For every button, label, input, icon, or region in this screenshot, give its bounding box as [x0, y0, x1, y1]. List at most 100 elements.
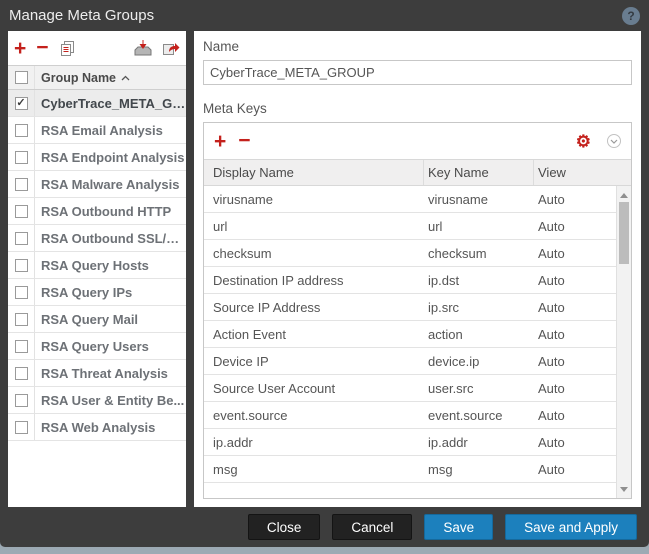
- display-name-cell: virusname: [204, 192, 424, 207]
- group-checkbox[interactable]: [8, 252, 35, 278]
- group-checkbox[interactable]: [8, 171, 35, 197]
- footer-button[interactable]: Save: [424, 514, 493, 540]
- group-checkbox[interactable]: [8, 144, 35, 170]
- footer-button-bar: Close Cancel Save Save and Apply: [0, 507, 649, 547]
- dialog-title: Manage Meta Groups: [9, 7, 154, 24]
- group-name-label: RSA Endpoint Analysis: [35, 150, 185, 165]
- checkbox-icon: [15, 124, 28, 137]
- remove-meta-key-icon[interactable]: −: [238, 130, 250, 151]
- group-name-label: RSA Web Analysis: [35, 420, 155, 435]
- display-name-cell: event.source: [204, 408, 424, 423]
- settings-chevron-down-icon[interactable]: [607, 134, 621, 148]
- group-row[interactable]: RSA Malware Analysis: [8, 171, 186, 198]
- group-name-label: RSA Query Mail: [35, 312, 138, 327]
- display-name-column-header[interactable]: Display Name: [204, 160, 424, 185]
- settings-gear-icon[interactable]: ⚙: [576, 133, 591, 150]
- meta-table-body: virusname virusname Auto url url Auto: [204, 186, 631, 498]
- group-row[interactable]: RSA Email Analysis: [8, 117, 186, 144]
- scroll-down-icon[interactable]: [617, 482, 631, 496]
- table-row[interactable]: msg msg Auto: [204, 456, 616, 483]
- add-group-icon[interactable]: +: [14, 38, 26, 59]
- group-name-label: RSA Query Users: [35, 339, 149, 354]
- help-icon[interactable]: ?: [622, 7, 640, 25]
- group-checkbox[interactable]: [8, 360, 35, 386]
- remove-group-icon[interactable]: −: [36, 37, 48, 58]
- import-icon[interactable]: [134, 40, 152, 56]
- key-name-cell: ip.src: [424, 300, 534, 315]
- table-row[interactable]: virusname virusname Auto: [204, 186, 616, 213]
- group-checkbox[interactable]: [8, 90, 35, 116]
- group-name-label: RSA User & Entity Be...: [35, 393, 184, 408]
- table-row[interactable]: Action Event action Auto: [204, 321, 616, 348]
- table-row[interactable]: Device IP device.ip Auto: [204, 348, 616, 375]
- checkbox-icon: [15, 232, 28, 245]
- key-name-cell: virusname: [424, 192, 534, 207]
- group-name-label: RSA Threat Analysis: [35, 366, 168, 381]
- table-row[interactable]: checksum checksum Auto: [204, 240, 616, 267]
- group-checkbox[interactable]: [8, 279, 35, 305]
- view-cell: Auto: [534, 273, 616, 288]
- select-all-checkbox[interactable]: [8, 66, 35, 89]
- group-row[interactable]: RSA Query Users: [8, 333, 186, 360]
- group-name-column-header: Group Name: [41, 71, 116, 85]
- group-name-label: RSA Outbound SSL/TLS: [35, 231, 186, 246]
- groups-toolbar: + −: [8, 31, 186, 65]
- scrollbar-thumb[interactable]: [619, 202, 629, 264]
- group-list: CyberTrace_META_GR... RSA Email Analysis…: [8, 90, 186, 507]
- group-checkbox[interactable]: [8, 414, 35, 440]
- group-row[interactable]: RSA Threat Analysis: [8, 360, 186, 387]
- key-name-cell: ip.addr: [424, 435, 534, 450]
- vertical-scrollbar[interactable]: [616, 186, 631, 498]
- checkbox-icon: [15, 259, 28, 272]
- checkbox-icon: [15, 178, 28, 191]
- group-row[interactable]: RSA Outbound HTTP: [8, 198, 186, 225]
- group-row[interactable]: RSA Endpoint Analysis: [8, 144, 186, 171]
- meta-table-header[interactable]: Display Name Key Name View: [204, 159, 631, 186]
- key-name-cell: event.source: [424, 408, 534, 423]
- view-cell: Auto: [534, 381, 616, 396]
- add-meta-key-icon[interactable]: +: [214, 131, 226, 152]
- group-checkbox[interactable]: [8, 387, 35, 413]
- key-name-column-header[interactable]: Key Name: [424, 160, 534, 185]
- group-checkbox[interactable]: [8, 225, 35, 251]
- table-row[interactable]: Source IP Address ip.src Auto: [204, 294, 616, 321]
- export-icon[interactable]: [162, 40, 180, 56]
- display-name-cell: url: [204, 219, 424, 234]
- footer-button[interactable]: Cancel: [332, 514, 412, 540]
- display-name-cell: Action Event: [204, 327, 424, 342]
- key-name-cell: msg: [424, 462, 534, 477]
- group-row[interactable]: RSA Query Mail: [8, 306, 186, 333]
- group-row[interactable]: RSA Web Analysis: [8, 414, 186, 441]
- table-row[interactable]: Source User Account user.src Auto: [204, 375, 616, 402]
- key-name-cell: url: [424, 219, 534, 234]
- checkbox-icon: [15, 367, 28, 380]
- group-row[interactable]: RSA Query IPs: [8, 279, 186, 306]
- group-checkbox[interactable]: [8, 333, 35, 359]
- group-name-label: RSA Malware Analysis: [35, 177, 179, 192]
- group-checkbox[interactable]: [8, 117, 35, 143]
- dialog-body: + −: [0, 31, 649, 507]
- copy-group-icon[interactable]: [59, 40, 76, 57]
- table-row[interactable]: Destination IP address ip.dst Auto: [204, 267, 616, 294]
- table-row[interactable]: ip.addr ip.addr Auto: [204, 429, 616, 456]
- scroll-up-icon[interactable]: [617, 188, 631, 202]
- group-row[interactable]: RSA User & Entity Be...: [8, 387, 186, 414]
- group-checkbox[interactable]: [8, 306, 35, 332]
- view-column-header[interactable]: View: [534, 165, 631, 180]
- name-input[interactable]: [203, 60, 632, 85]
- key-name-cell: device.ip: [424, 354, 534, 369]
- name-label: Name: [203, 39, 632, 54]
- key-name-cell: checksum: [424, 246, 534, 261]
- group-row[interactable]: CyberTrace_META_GR...: [8, 90, 186, 117]
- group-row[interactable]: RSA Query Hosts: [8, 252, 186, 279]
- footer-button[interactable]: Save and Apply: [505, 514, 637, 540]
- table-row[interactable]: event.source event.source Auto: [204, 402, 616, 429]
- checkbox-icon: [15, 97, 28, 110]
- table-row[interactable]: url url Auto: [204, 213, 616, 240]
- group-list-header[interactable]: Group Name: [8, 65, 186, 90]
- checkbox-icon: [15, 151, 28, 164]
- group-row[interactable]: RSA Outbound SSL/TLS: [8, 225, 186, 252]
- group-checkbox[interactable]: [8, 198, 35, 224]
- display-name-cell: Source IP Address: [204, 300, 424, 315]
- footer-button[interactable]: Close: [248, 514, 321, 540]
